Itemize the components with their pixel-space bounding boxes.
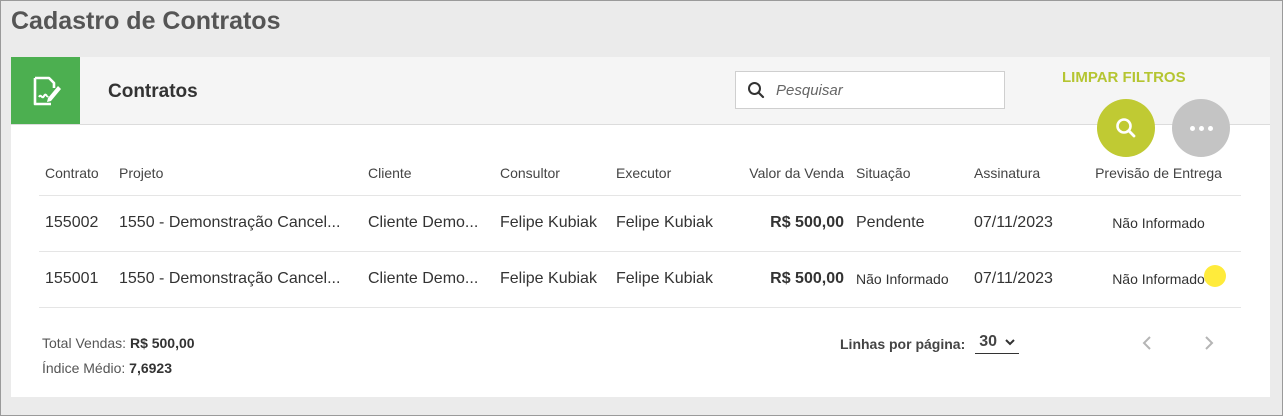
total-sales-value: R$ 500,00: [129, 335, 195, 351]
cell-consultor: Felipe Kubiak: [494, 195, 610, 252]
column-header-projeto[interactable]: Projeto: [113, 151, 362, 196]
card-header: Contratos LIMPAR FILTROS: [11, 57, 1270, 125]
search-box[interactable]: [735, 71, 1005, 109]
column-header-assinatura[interactable]: Assinatura: [968, 151, 1076, 196]
cell-cliente: Cliente Demo...: [362, 251, 494, 308]
column-header-situacao[interactable]: Situação: [850, 151, 968, 196]
cell-projeto: 1550 - Demonstração Cancel...: [113, 195, 362, 252]
status-indicator-dot: [1204, 265, 1226, 287]
contract-number-link[interactable]: 155002: [39, 195, 113, 252]
filter-search-button[interactable]: [1097, 99, 1155, 157]
cell-valor: R$ 500,00: [720, 251, 850, 308]
cell-situacao: Não Informado: [850, 251, 968, 308]
contracts-card: Contratos LIMPAR FILTROS: [11, 57, 1270, 397]
card-title: Contratos: [108, 81, 198, 102]
average-index-label: Índice Médio:: [42, 360, 126, 376]
cell-consultor: Felipe Kubiak: [494, 251, 610, 308]
page-title: Cadastro de Contratos: [11, 7, 281, 35]
next-page-button[interactable]: [1199, 333, 1219, 353]
contract-number-link[interactable]: 155001: [39, 251, 113, 308]
search-icon: [1116, 118, 1136, 138]
column-header-cliente[interactable]: Cliente: [362, 151, 494, 196]
more-options-button[interactable]: [1172, 99, 1230, 157]
contract-edit-icon: [11, 57, 80, 124]
table-header-row: Contrato Projeto Cliente Consultor Execu…: [39, 151, 1241, 196]
footer-totals: Total Vendas: R$ 500,00 Índice Médio: 7,…: [42, 331, 195, 381]
cell-previsao: Não Informado: [1076, 195, 1241, 252]
search-input[interactable]: [776, 81, 986, 99]
more-horizontal-icon: [1189, 125, 1213, 131]
cell-cliente: Cliente Demo...: [362, 195, 494, 252]
previous-page-button[interactable]: [1137, 333, 1157, 353]
column-header-consultor[interactable]: Consultor: [494, 151, 610, 196]
total-sales-line: Total Vendas: R$ 500,00: [42, 331, 195, 356]
rows-per-page: Linhas por página: 30: [840, 333, 1020, 354]
contracts-table: Contrato Projeto Cliente Consultor Execu…: [39, 151, 1241, 308]
cell-assinatura: 07/11/2023: [968, 251, 1076, 308]
search-icon: [736, 81, 776, 99]
table-row[interactable]: 155002 1550 - Demonstração Cancel... Cli…: [39, 195, 1241, 252]
total-sales-label: Total Vendas:: [42, 335, 127, 351]
chevron-left-icon: [1142, 336, 1151, 350]
average-index-value: 7,6923: [129, 360, 172, 376]
column-header-contrato[interactable]: Contrato: [39, 151, 113, 196]
chevron-down-icon: [1005, 338, 1015, 345]
rows-per-page-select[interactable]: 30: [975, 333, 1020, 354]
column-header-valor[interactable]: Valor da Venda: [720, 151, 850, 196]
cell-executor: Felipe Kubiak: [610, 195, 720, 252]
rows-per-page-label: Linhas por página:: [840, 335, 966, 352]
cell-projeto: 1550 - Demonstração Cancel...: [113, 251, 362, 308]
cell-situacao: Pendente: [850, 195, 968, 252]
average-index-line: Índice Médio: 7,6923: [42, 356, 195, 381]
table-row[interactable]: 155001 1550 - Demonstração Cancel... Cli…: [39, 251, 1241, 308]
column-header-previsao[interactable]: Previsão de Entrega: [1076, 151, 1241, 196]
chevron-right-icon: [1205, 336, 1214, 350]
rows-per-page-value: 30: [979, 333, 998, 350]
cell-assinatura: 07/11/2023: [968, 195, 1076, 252]
clear-filters-link[interactable]: LIMPAR FILTROS: [1062, 69, 1186, 86]
column-header-executor[interactable]: Executor: [610, 151, 720, 196]
cell-executor: Felipe Kubiak: [610, 251, 720, 308]
cell-valor: R$ 500,00: [720, 195, 850, 252]
